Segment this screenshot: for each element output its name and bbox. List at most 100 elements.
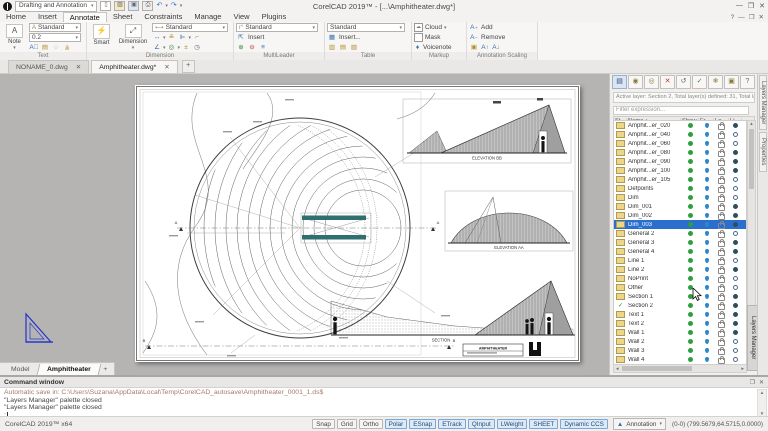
frozen-drop-icon[interactable] bbox=[704, 213, 709, 218]
toggle-sheet[interactable]: SHEET bbox=[529, 419, 559, 429]
layer-linecolor-cell[interactable] bbox=[729, 267, 742, 272]
scale-window-icon[interactable]: ▣ bbox=[469, 43, 479, 52]
show-layer-dot-icon[interactable] bbox=[687, 267, 693, 272]
layers-help-icon[interactable]: ? bbox=[740, 75, 755, 89]
line-color-icon[interactable] bbox=[733, 249, 738, 254]
frozen-drop-icon[interactable] bbox=[704, 150, 709, 155]
show-layer-dot-icon[interactable] bbox=[687, 321, 693, 326]
purge-layer-icon[interactable]: ↺ bbox=[676, 75, 691, 89]
layer-show-cell[interactable] bbox=[681, 204, 699, 209]
layer-frozen-cell[interactable] bbox=[699, 267, 714, 272]
tolerance-icon[interactable]: ± bbox=[181, 43, 191, 52]
layer-linecolor-cell[interactable] bbox=[729, 330, 742, 335]
show-layer-dot-icon[interactable] bbox=[687, 123, 693, 128]
text-height-dropdown[interactable]: 0.2 ▾ bbox=[29, 33, 81, 42]
show-layer-dot-icon[interactable] bbox=[687, 132, 693, 137]
layer-frozen-cell[interactable] bbox=[699, 123, 714, 128]
dimension-button[interactable]: ⤢ Dimension ▾ bbox=[116, 23, 150, 51]
close-tab-icon[interactable]: ✕ bbox=[164, 63, 169, 71]
lock-icon[interactable] bbox=[718, 329, 725, 337]
scroll-right-icon[interactable]: ► bbox=[741, 366, 745, 371]
tab-properties[interactable]: Properties bbox=[759, 132, 767, 172]
scale-down-icon[interactable]: A↓ bbox=[491, 43, 501, 52]
menu-tab-annotate[interactable]: Annotate bbox=[62, 12, 107, 22]
lock-icon[interactable] bbox=[718, 302, 725, 310]
lock-icon[interactable] bbox=[718, 131, 725, 139]
layer-linecolor-cell[interactable] bbox=[729, 276, 742, 281]
drawing-canvas[interactable]: A A B B ELEVATION BB ELEVATION AA SECTION AMPHI… bbox=[0, 73, 609, 375]
layer-row-text-1[interactable]: Text 1 bbox=[614, 310, 746, 319]
line-color-icon[interactable] bbox=[733, 168, 738, 173]
text-columns-icon[interactable]: ▤ bbox=[40, 43, 50, 52]
frozen-drop-icon[interactable] bbox=[704, 285, 709, 290]
layer-frozen-cell[interactable] bbox=[699, 195, 714, 200]
layer-frozen-cell[interactable] bbox=[699, 258, 714, 263]
toggle-lweight[interactable]: LWeight bbox=[496, 419, 528, 429]
open-file-icon[interactable]: ▨ bbox=[114, 1, 126, 11]
lock-icon[interactable] bbox=[718, 275, 725, 283]
layer-lock-cell[interactable] bbox=[714, 274, 729, 283]
show-layer-dot-icon[interactable] bbox=[687, 222, 693, 227]
show-layer-dot-icon[interactable] bbox=[687, 276, 693, 281]
tab-layers-manager[interactable]: Layers Manager bbox=[759, 75, 767, 131]
line-color-icon[interactable] bbox=[733, 132, 738, 137]
layer-frozen-cell[interactable] bbox=[699, 312, 714, 317]
layer-show-cell[interactable] bbox=[681, 231, 699, 236]
new-tab-button[interactable]: + bbox=[181, 60, 195, 73]
menu-tab-manage[interactable]: Manage bbox=[188, 12, 227, 22]
layer-lock-cell[interactable] bbox=[714, 238, 729, 247]
doc-close-button[interactable]: ✕ bbox=[759, 13, 764, 21]
layer-frozen-cell[interactable] bbox=[699, 132, 714, 137]
line-color-icon[interactable] bbox=[733, 339, 738, 344]
layer-lock-cell[interactable] bbox=[714, 148, 729, 157]
frozen-drop-icon[interactable] bbox=[704, 141, 709, 146]
smart-dimension-button[interactable]: ⚡ Smart bbox=[89, 23, 114, 51]
layer-show-cell[interactable] bbox=[681, 249, 699, 254]
table-export-icon[interactable]: ▥ bbox=[327, 43, 337, 52]
layer-row-line-2[interactable]: Line 2 bbox=[614, 265, 746, 274]
layer-show-cell[interactable] bbox=[681, 213, 699, 218]
table-cell-icon[interactable]: ▤ bbox=[338, 43, 348, 52]
layer-lock-cell[interactable] bbox=[714, 220, 729, 229]
layer-row-noprint[interactable]: NoPrint bbox=[614, 274, 746, 283]
layer-row-general-2[interactable]: General 2 bbox=[614, 229, 746, 238]
line-color-icon[interactable] bbox=[733, 294, 738, 299]
layer-show-cell[interactable] bbox=[681, 123, 699, 128]
layer-show-cell[interactable] bbox=[681, 240, 699, 245]
lock-icon[interactable] bbox=[718, 311, 725, 319]
layer-row-wall-2[interactable]: Wall 2 bbox=[614, 337, 746, 346]
frozen-drop-icon[interactable] bbox=[704, 357, 709, 362]
frozen-drop-icon[interactable] bbox=[704, 159, 709, 164]
add-sheet-button[interactable]: + bbox=[99, 366, 111, 373]
ordinate-dimension-icon[interactable]: ⌐ bbox=[192, 33, 202, 42]
menu-tab-constraints[interactable]: Constraints bbox=[138, 12, 188, 22]
line-color-icon[interactable] bbox=[733, 195, 738, 200]
layer-linecolor-cell[interactable] bbox=[729, 294, 742, 299]
scroll-left-icon[interactable]: ◄ bbox=[615, 366, 619, 371]
layer-linecolor-cell[interactable] bbox=[729, 168, 742, 173]
line-color-icon[interactable] bbox=[733, 267, 738, 272]
line-color-icon[interactable] bbox=[733, 321, 738, 326]
frozen-drop-icon[interactable] bbox=[704, 321, 709, 326]
lock-icon[interactable] bbox=[718, 257, 725, 265]
layer-frozen-cell[interactable] bbox=[699, 339, 714, 344]
layer-row-other[interactable]: Other bbox=[614, 283, 746, 292]
table-edit-icon[interactable]: ▧ bbox=[349, 43, 359, 52]
annotation-add-button[interactable]: A₊ Add bbox=[469, 23, 533, 32]
undo-dropdown-icon[interactable]: ▾ bbox=[165, 3, 168, 9]
show-layer-dot-icon[interactable] bbox=[687, 240, 693, 245]
frozen-drop-icon[interactable] bbox=[704, 294, 709, 299]
lock-icon[interactable] bbox=[718, 140, 725, 148]
line-color-icon[interactable] bbox=[733, 312, 738, 317]
layer-lock-cell[interactable] bbox=[714, 229, 729, 238]
line-color-icon[interactable] bbox=[733, 222, 738, 227]
layer-linecolor-cell[interactable] bbox=[729, 177, 742, 182]
layer-lock-cell[interactable] bbox=[714, 247, 729, 256]
lock-icon[interactable] bbox=[718, 185, 725, 193]
layer-lock-cell[interactable] bbox=[714, 337, 729, 346]
save-icon[interactable]: ▣ bbox=[128, 1, 140, 11]
table-style-dropdown[interactable]: Standard ▾ bbox=[327, 23, 405, 32]
layer-show-cell[interactable] bbox=[681, 303, 699, 308]
layer-row-dim[interactable]: Dim bbox=[614, 193, 746, 202]
line-color-icon[interactable] bbox=[733, 141, 738, 146]
